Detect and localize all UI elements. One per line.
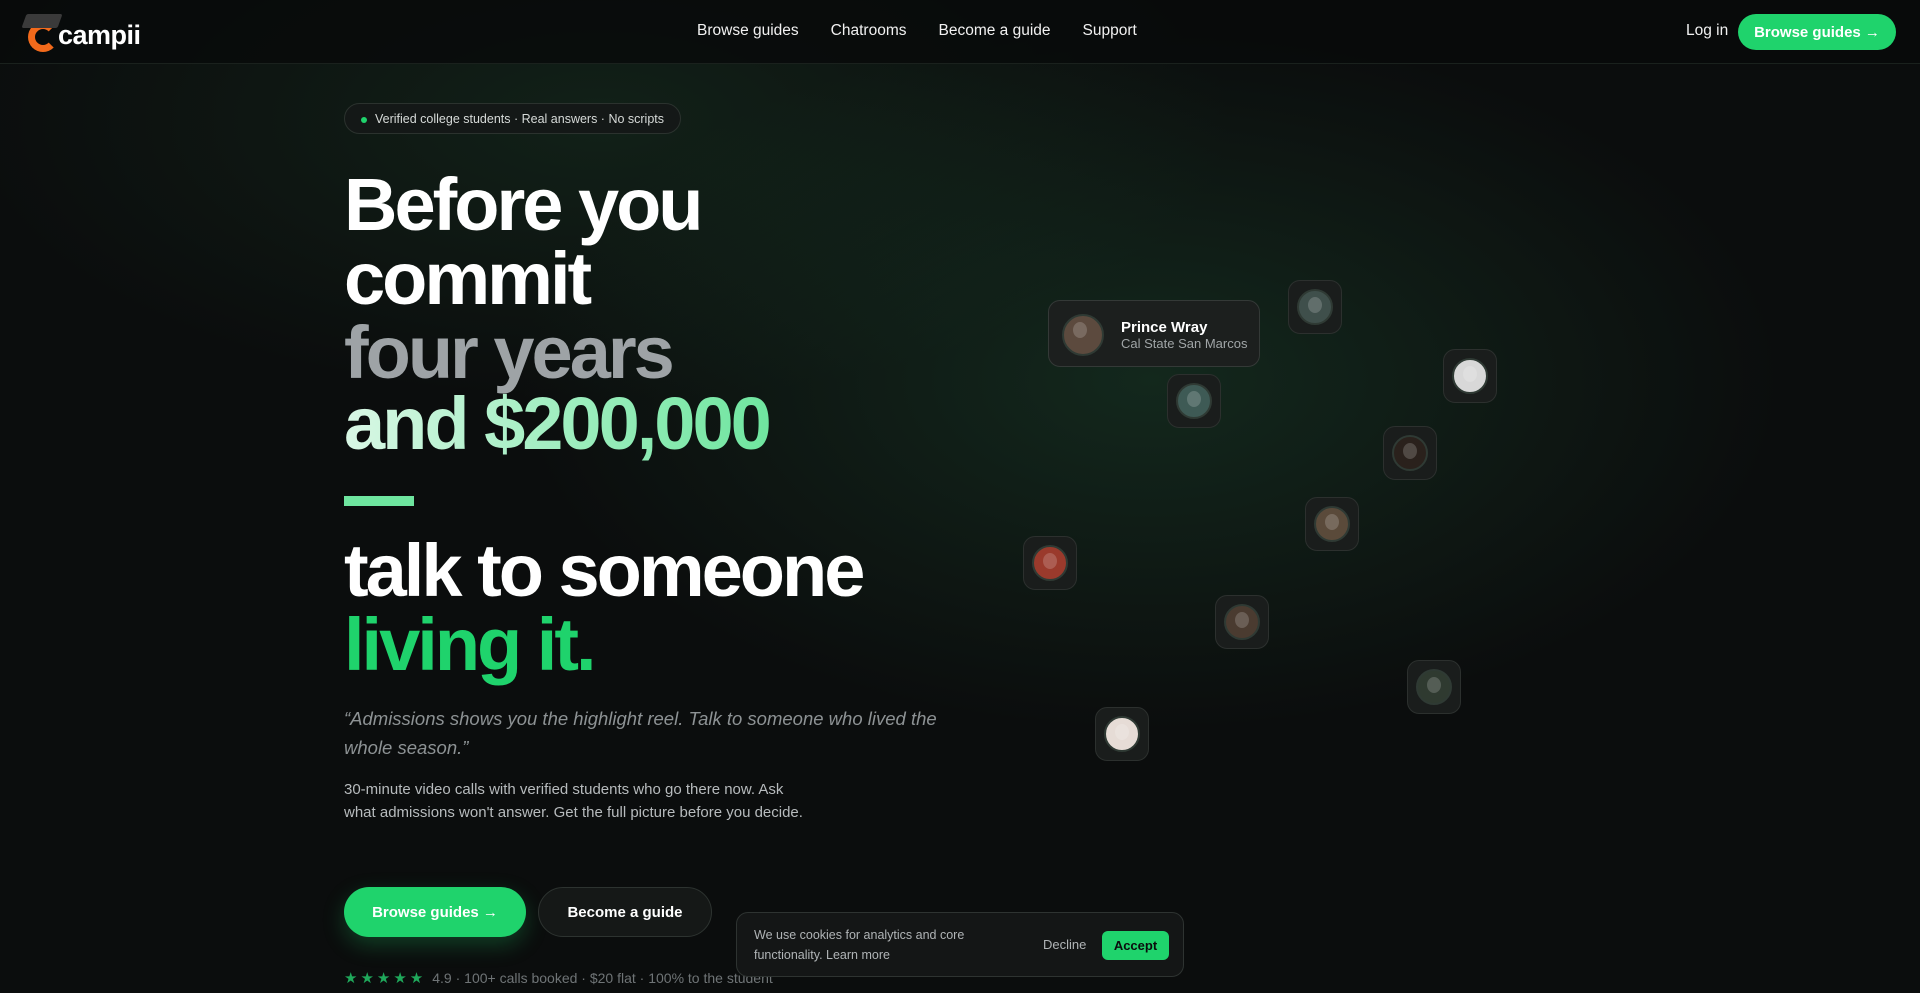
headline-line-1: Before you (344, 163, 704, 246)
guide-avatar-tile[interactable] (1215, 595, 1269, 649)
graduation-cap-logo-icon (21, 10, 63, 54)
nav-link-chatrooms[interactable]: Chatrooms (831, 22, 907, 40)
login-link[interactable]: Log in (1686, 22, 1728, 40)
guide-avatar-tile[interactable] (1305, 497, 1359, 551)
guide-avatar-tile[interactable] (1023, 536, 1077, 590)
background-glow (0, 0, 1920, 993)
rating-stars-icon: ★★★★★ (344, 970, 427, 987)
guide-avatar (1224, 604, 1260, 640)
guide-avatar (1062, 314, 1104, 356)
guide-avatar-tile[interactable] (1443, 349, 1497, 403)
guide-profile-card[interactable]: Prince Wray Cal State San Marcos (1048, 300, 1260, 367)
headline-line-6: living it. (344, 603, 597, 686)
nav-link-become-a-guide[interactable]: Become a guide (938, 22, 1050, 40)
nav-link-support[interactable]: Support (1083, 22, 1137, 40)
headline-line-2: commit (344, 237, 592, 320)
hero-quote: “Admissions shows you the highlight reel… (344, 708, 937, 758)
top-nav: campii Browse guides Chatrooms Become a … (0, 0, 1920, 64)
guide-avatar (1104, 716, 1140, 752)
guide-avatar (1314, 506, 1350, 542)
browse-guides-button[interactable]: Browse guides → (344, 887, 526, 937)
guide-avatar (1297, 289, 1333, 325)
rating-row: ★★★★★ 4.9 · 100+ calls booked · $20 flat… (344, 969, 773, 987)
become-a-guide-button[interactable]: Become a guide (538, 887, 712, 937)
guide-avatar-tile[interactable] (1167, 374, 1221, 428)
hero-description: 30-minute video calls with verified stud… (344, 781, 803, 821)
nav-links: Browse guides Chatrooms Become a guide S… (697, 22, 1137, 40)
guide-avatar (1416, 669, 1452, 705)
logo-text: campii (58, 19, 141, 50)
headline-line-4: and $200,000 (344, 382, 772, 465)
guide-avatar (1392, 435, 1428, 471)
guide-school: Cal State San Marcos (1121, 336, 1248, 351)
nav-link-browse-guides[interactable]: Browse guides (697, 22, 799, 40)
guide-avatar-tile[interactable] (1407, 660, 1461, 714)
nav-browse-guides-button[interactable]: Browse guides → (1738, 14, 1896, 50)
guide-avatar-tile[interactable] (1095, 707, 1149, 761)
verified-badge: Verified college students · Real answers… (344, 103, 682, 134)
guide-avatar (1176, 383, 1212, 419)
guide-avatar (1032, 545, 1068, 581)
cookie-text: We use cookies for analytics and core fu… (754, 928, 965, 962)
headline-line-3: four years (344, 311, 675, 394)
guide-avatar-tile[interactable] (1288, 280, 1342, 334)
cookie-decline-button[interactable]: Decline (1043, 937, 1086, 952)
cookie-accept-button[interactable]: Accept (1102, 931, 1169, 960)
accent-divider (344, 496, 414, 506)
status-dot-icon (361, 117, 367, 123)
guide-avatar-tile[interactable] (1383, 426, 1437, 480)
guide-avatar (1452, 358, 1488, 394)
campii-logo[interactable]: campii (21, 10, 141, 54)
cookie-banner: We use cookies for analytics and core fu… (736, 912, 1184, 977)
headline-line-5: talk to someone (344, 529, 865, 612)
badge-text: Verified college students · Real answers… (375, 111, 665, 126)
guide-name: Prince Wray (1121, 319, 1208, 336)
rating-text: 4.9 · 100+ calls booked · $20 flat · 100… (432, 970, 773, 986)
